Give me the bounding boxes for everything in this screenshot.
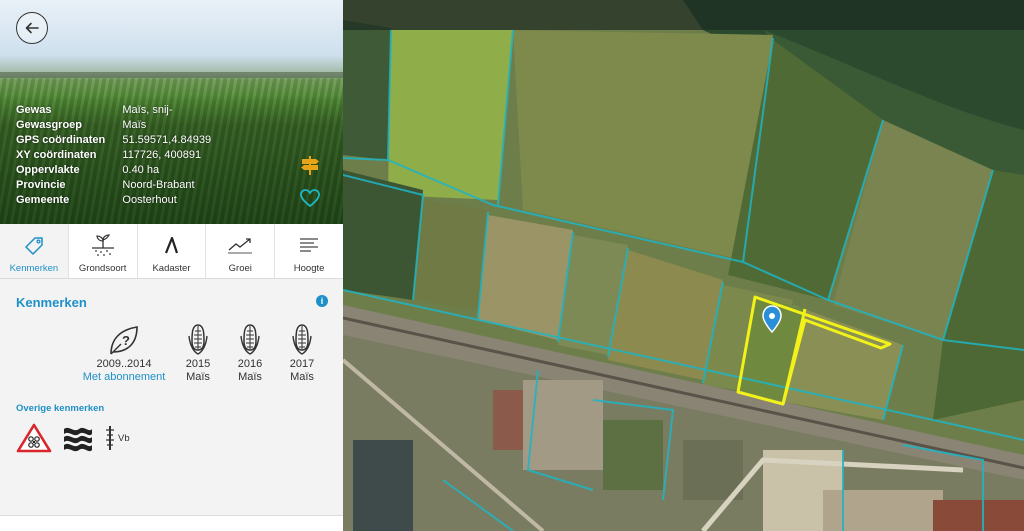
detail-value: Maïs xyxy=(122,119,147,131)
detail-row: Oppervlakte 0.40 ha xyxy=(16,163,216,178)
warning-sign-icon xyxy=(16,422,52,454)
crop-year: 2017 xyxy=(289,358,315,370)
feature-label: Vb xyxy=(118,432,130,444)
tag-icon xyxy=(25,237,43,255)
back-button[interactable] xyxy=(16,12,48,44)
favorite-button[interactable] xyxy=(299,187,321,209)
height-lines-icon xyxy=(300,238,319,252)
detail-label: Gewas xyxy=(16,104,52,116)
detail-row: Gemeente Oosterhout xyxy=(16,193,216,208)
heart-icon xyxy=(300,189,320,208)
corn-icon xyxy=(292,324,312,355)
detail-value: Maïs, snij- xyxy=(122,104,173,116)
detail-row: Gewasgroep Maïs xyxy=(16,118,216,133)
panel-bottom-bar xyxy=(0,515,343,531)
arrow-left-icon xyxy=(25,22,39,34)
detail-label: GPS coördinaten xyxy=(16,134,106,146)
detail-row: Provincie Noord-Brabant xyxy=(16,178,216,193)
pylon-label: Vb xyxy=(104,424,130,452)
history-years: 2009..2014 xyxy=(96,358,152,370)
tab-groei[interactable]: Groei xyxy=(206,224,276,278)
detail-label: Oppervlakte xyxy=(16,164,80,176)
parcel-panel: Gewas Maïs, snij- Gewasgroep Maïs GPS coör… xyxy=(0,0,343,531)
leaf-question-icon: ? xyxy=(110,326,138,355)
tab-kadaster[interactable]: Kadaster xyxy=(138,224,207,278)
crop-year-item: 2017 Maïs xyxy=(282,322,322,384)
info-icon[interactable]: i xyxy=(316,295,328,307)
soil-plant-icon xyxy=(91,234,114,256)
crop-year-item: 2016 Maïs xyxy=(230,322,270,384)
growth-chart-icon xyxy=(228,238,253,254)
tab-label: Groei xyxy=(228,263,252,274)
detail-value: Noord-Brabant xyxy=(122,179,195,191)
water-waves-icon xyxy=(62,423,94,453)
cadastre-lambda-icon xyxy=(165,236,179,254)
tab-label: Grondsoort xyxy=(78,263,127,274)
tab-grondsoort[interactable]: Grondsoort xyxy=(69,224,138,278)
detail-label: Gewasgroep xyxy=(16,119,83,131)
detail-value: 117726, 400891 xyxy=(122,149,202,161)
crop-history-item: ? 2009..2014 Met abonnement xyxy=(78,322,170,384)
other-features-title: Overige kenmerken xyxy=(16,403,105,414)
tab-label: Kenmerken xyxy=(9,263,59,274)
parcel-details: Gewas Maïs, snij- Gewasgroep Maïs GPS coör… xyxy=(16,103,216,208)
crop-year: 2015 xyxy=(185,358,211,370)
detail-row: XY coördinaten 117726, 400891 xyxy=(16,148,216,163)
route-signpost-button[interactable] xyxy=(299,154,321,176)
crop-name: Maïs xyxy=(186,371,210,383)
tab-bar: Kenmerken Grondsoort Kadaster Groei Hoog… xyxy=(0,224,343,279)
tab-label: Hoogte xyxy=(293,263,325,274)
tab-hoogte[interactable]: Hoogte xyxy=(275,224,343,278)
crop-name: Maïs xyxy=(238,371,262,383)
detail-label: XY coördinaten xyxy=(16,149,97,161)
tab-label: Kadaster xyxy=(152,263,191,274)
crop-year-item: 2015 Maïs xyxy=(178,322,218,384)
corn-icon xyxy=(188,324,208,355)
crop-name: Maïs xyxy=(290,371,314,383)
crop-year: 2016 xyxy=(237,358,263,370)
detail-value: Oosterhout xyxy=(122,194,177,206)
detail-value: 51.59571,4.84939 xyxy=(122,134,212,146)
detail-label: Provincie xyxy=(16,179,66,191)
detail-row: GPS coördinaten 51.59571,4.84939 xyxy=(16,133,216,148)
signpost-icon xyxy=(301,156,319,175)
other-features-icons: Vb xyxy=(16,422,140,454)
subscription-link[interactable]: Met abonnement xyxy=(78,371,170,384)
satellite-map[interactable] xyxy=(343,0,1024,531)
detail-label: Gemeente xyxy=(16,194,70,206)
svg-text:?: ? xyxy=(122,333,130,348)
tab-kenmerken[interactable]: Kenmerken xyxy=(0,224,69,278)
detail-value: 0.40 ha xyxy=(122,164,160,176)
section-title: Kenmerken xyxy=(16,295,87,310)
corn-icon xyxy=(240,324,260,355)
ruler-pylon-icon xyxy=(106,426,114,450)
detail-row: Gewas Maïs, snij- xyxy=(16,103,216,118)
